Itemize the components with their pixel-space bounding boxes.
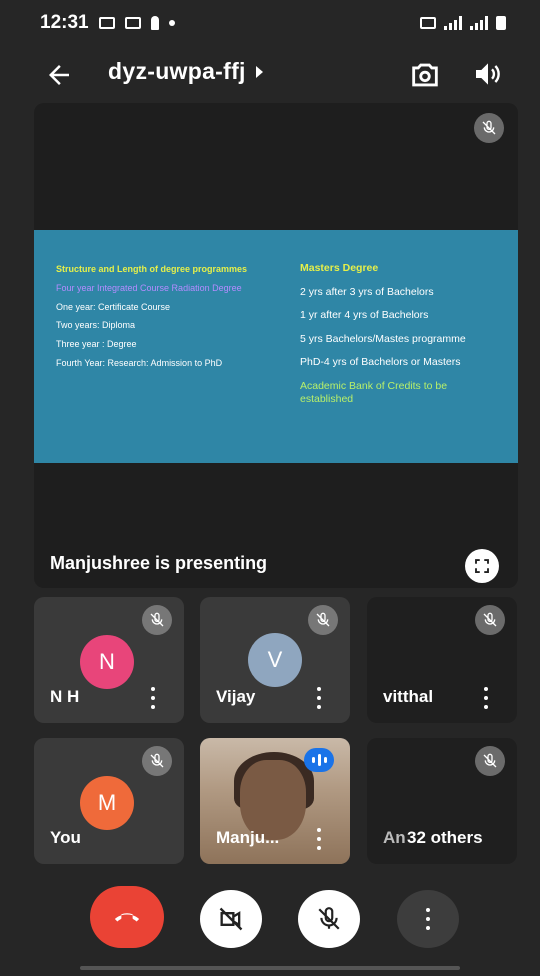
meeting-info-button[interactable]: dyz-uwpa-ffj [108, 58, 263, 85]
chevron-right-icon [255, 65, 263, 78]
fullscreen-button[interactable] [465, 549, 499, 583]
call-end-icon [114, 913, 140, 922]
end-call-button[interactable] [90, 886, 164, 948]
others-count: 32 others [407, 828, 483, 847]
more-vert-icon [422, 908, 434, 930]
presentation-tile[interactable]: Structure and Length of degree programme… [34, 103, 518, 588]
mic-off-icon [475, 746, 505, 776]
participant-tile[interactable]: N N H [34, 597, 184, 723]
camera-toggle-button[interactable] [200, 890, 262, 948]
participant-name: Vijay [216, 687, 256, 706]
meeting-code: dyz-uwpa-ffj [108, 58, 246, 84]
slide-right-item: 1 yr after 4 yrs of Bachelors [300, 309, 429, 322]
shared-slide: Structure and Length of degree programme… [34, 230, 518, 463]
presenting-label: Manjushree is presenting [50, 553, 268, 573]
slide-left-item: Fourth Year: Research: Admission to PhD [56, 357, 223, 368]
alarm-icon [420, 17, 436, 29]
person-icon [150, 16, 159, 30]
more-options-button[interactable] [397, 890, 459, 948]
back-button[interactable] [44, 60, 74, 90]
battery-icon [496, 16, 506, 30]
more-vert-icon[interactable] [147, 687, 159, 709]
participant-name: N H [50, 687, 80, 706]
call-header: dyz-uwpa-ffj [0, 46, 540, 102]
home-indicator [80, 966, 460, 970]
status-bar: 12:31 [0, 0, 540, 46]
slide-right-heading: Masters Degree [300, 262, 379, 274]
avatar: V [248, 633, 302, 687]
more-vert-icon[interactable] [313, 687, 325, 709]
slide-right-item: 2 yrs after 3 yrs of Bachelors [300, 285, 434, 298]
participant-tile-video[interactable]: Manju... [200, 738, 350, 864]
mic-off-icon [475, 605, 505, 635]
participant-tile[interactable]: V Vijay [200, 597, 350, 723]
signal-1-icon [444, 16, 462, 30]
gmail-icon [124, 17, 141, 29]
avatar: M [80, 776, 134, 830]
slide-right-footer: Academic Bank of Credits to be establish… [300, 379, 448, 405]
message-icon [98, 17, 115, 29]
switch-camera-icon [412, 63, 438, 87]
slide-right-item: PhD-4 yrs of Bachelors or Masters [300, 356, 461, 369]
mic-off-icon [142, 746, 172, 776]
slide-right-column: Masters Degree 2 yrs after 3 yrs of Bach… [300, 262, 500, 416]
audio-output-button[interactable] [472, 58, 504, 90]
mic-off-icon [142, 605, 172, 635]
slide-left-item: One year: Certificate Course [56, 301, 171, 312]
meet-call-screen: 12:31 dyz-uwpa-ffj Structure and Length … [0, 0, 540, 976]
participant-tile-self[interactable]: M You [34, 738, 184, 864]
participant-name: You [50, 828, 81, 847]
speaker-icon [476, 63, 500, 85]
mic-off-icon [474, 113, 504, 143]
slide-left-heading: Structure and Length of degree programme… [56, 264, 248, 274]
more-vert-icon[interactable] [480, 687, 492, 709]
slide-left-item: Two years: Diploma [56, 320, 136, 331]
speaking-indicator-icon [304, 748, 334, 772]
slide-right-item: 5 yrs Bachelors/Mastes programme [300, 332, 466, 345]
participant-name: Manju... [216, 828, 280, 847]
notification-dot-icon [168, 20, 175, 26]
avatar: N [80, 635, 134, 689]
mic-off-icon [308, 605, 338, 635]
slide-left-item: Three year : Degree [56, 339, 137, 350]
others-tile[interactable]: An 32 others [367, 738, 517, 864]
mic-off-icon [318, 907, 340, 930]
more-vert-icon[interactable] [313, 828, 325, 850]
mic-toggle-button[interactable] [298, 890, 360, 948]
status-time: 12:31 [40, 12, 89, 33]
signal-2-icon [470, 16, 488, 30]
videocam-off-icon [219, 907, 243, 931]
fullscreen-icon [475, 559, 489, 573]
slide-left-column: Structure and Length of degree programme… [56, 264, 266, 377]
call-controls [0, 886, 540, 956]
participant-tile[interactable]: vitthal [367, 597, 517, 723]
slide-left-subheading: Four year Integrated Course Radiation De… [56, 282, 242, 293]
participant-name: An [383, 828, 406, 847]
arrow-back-icon [49, 65, 69, 85]
switch-camera-button[interactable] [408, 58, 442, 92]
participant-name: vitthal [383, 687, 434, 706]
